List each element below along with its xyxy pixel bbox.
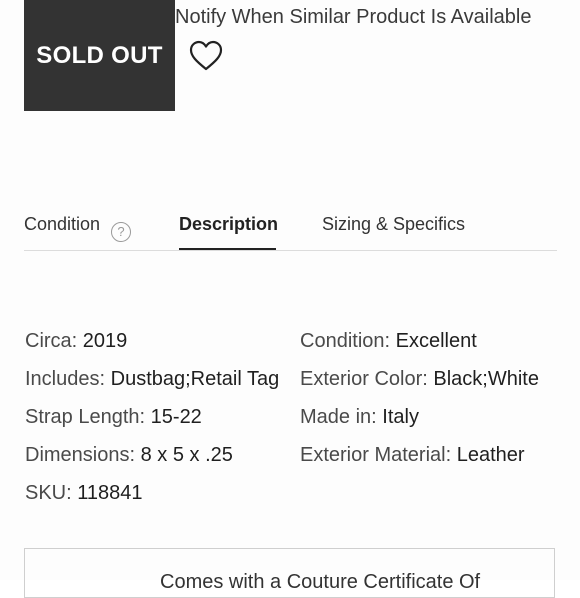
spec-value: Excellent — [395, 330, 477, 352]
tab-condition-label: Condition — [24, 214, 101, 234]
product-tabs: Condition ? Description Sizing & Specifi… — [24, 206, 557, 251]
spec-exterior-material: Exterior Material: Leather — [300, 444, 525, 467]
tab-description[interactable]: Description — [179, 214, 278, 235]
sold-out-badge: SOLD OUT — [24, 0, 175, 111]
spec-label: SKU: — [25, 482, 72, 504]
spec-value: Dustbag;Retail Tag — [110, 368, 280, 390]
notify-similar-link[interactable]: Notify When Similar Product Is Available — [175, 6, 531, 29]
spec-label: Condition: — [300, 330, 391, 352]
question-circle-icon[interactable]: ? — [111, 222, 131, 242]
spec-made-in: Made in: Italy — [300, 406, 419, 429]
spec-label: Made in: — [300, 406, 377, 428]
spec-value: Leather — [456, 444, 525, 466]
spec-value: Black;White — [433, 368, 539, 390]
spec-label: Exterior Material: — [300, 444, 452, 466]
spec-value: 2019 — [82, 330, 128, 352]
active-tab-underline — [179, 248, 276, 250]
heart-icon[interactable] — [189, 40, 223, 72]
spec-label: Dimensions: — [25, 444, 136, 466]
spec-strap-length: Strap Length: 15-22 — [25, 406, 202, 429]
tab-sizing-label: Sizing & Specifics — [322, 214, 466, 234]
spec-value: Italy — [382, 406, 419, 428]
tab-sizing-specifics[interactable]: Sizing & Specifics — [322, 214, 465, 235]
spec-dimensions: Dimensions: 8 x 5 x .25 — [25, 444, 233, 467]
spec-label: Includes: — [25, 368, 106, 390]
spec-circa: Circa: 2019 — [25, 330, 127, 353]
spec-condition: Condition: Excellent — [300, 330, 477, 353]
spec-label: Exterior Color: — [300, 368, 428, 390]
spec-value: 8 x 5 x .25 — [140, 444, 233, 466]
sold-out-label: SOLD OUT — [36, 41, 163, 69]
spec-value: 15-22 — [150, 406, 202, 428]
spec-value: 118841 — [77, 482, 143, 504]
spec-exterior-color: Exterior Color: Black;White — [300, 368, 539, 391]
tab-description-label: Description — [179, 214, 279, 234]
certificate-box: Comes with a Couture Certificate Of — [24, 548, 555, 598]
spec-sku: SKU: 118841 — [25, 482, 143, 505]
certificate-text: Comes with a Couture Certificate Of — [160, 571, 481, 593]
spec-label: Circa: — [25, 330, 78, 352]
spec-label: Strap Length: — [25, 406, 146, 428]
tab-condition[interactable]: Condition ? — [24, 214, 131, 242]
spec-includes: Includes: Dustbag;Retail Tag — [25, 368, 279, 391]
product-page: SOLD OUT Notify When Similar Product Is … — [0, 0, 580, 598]
